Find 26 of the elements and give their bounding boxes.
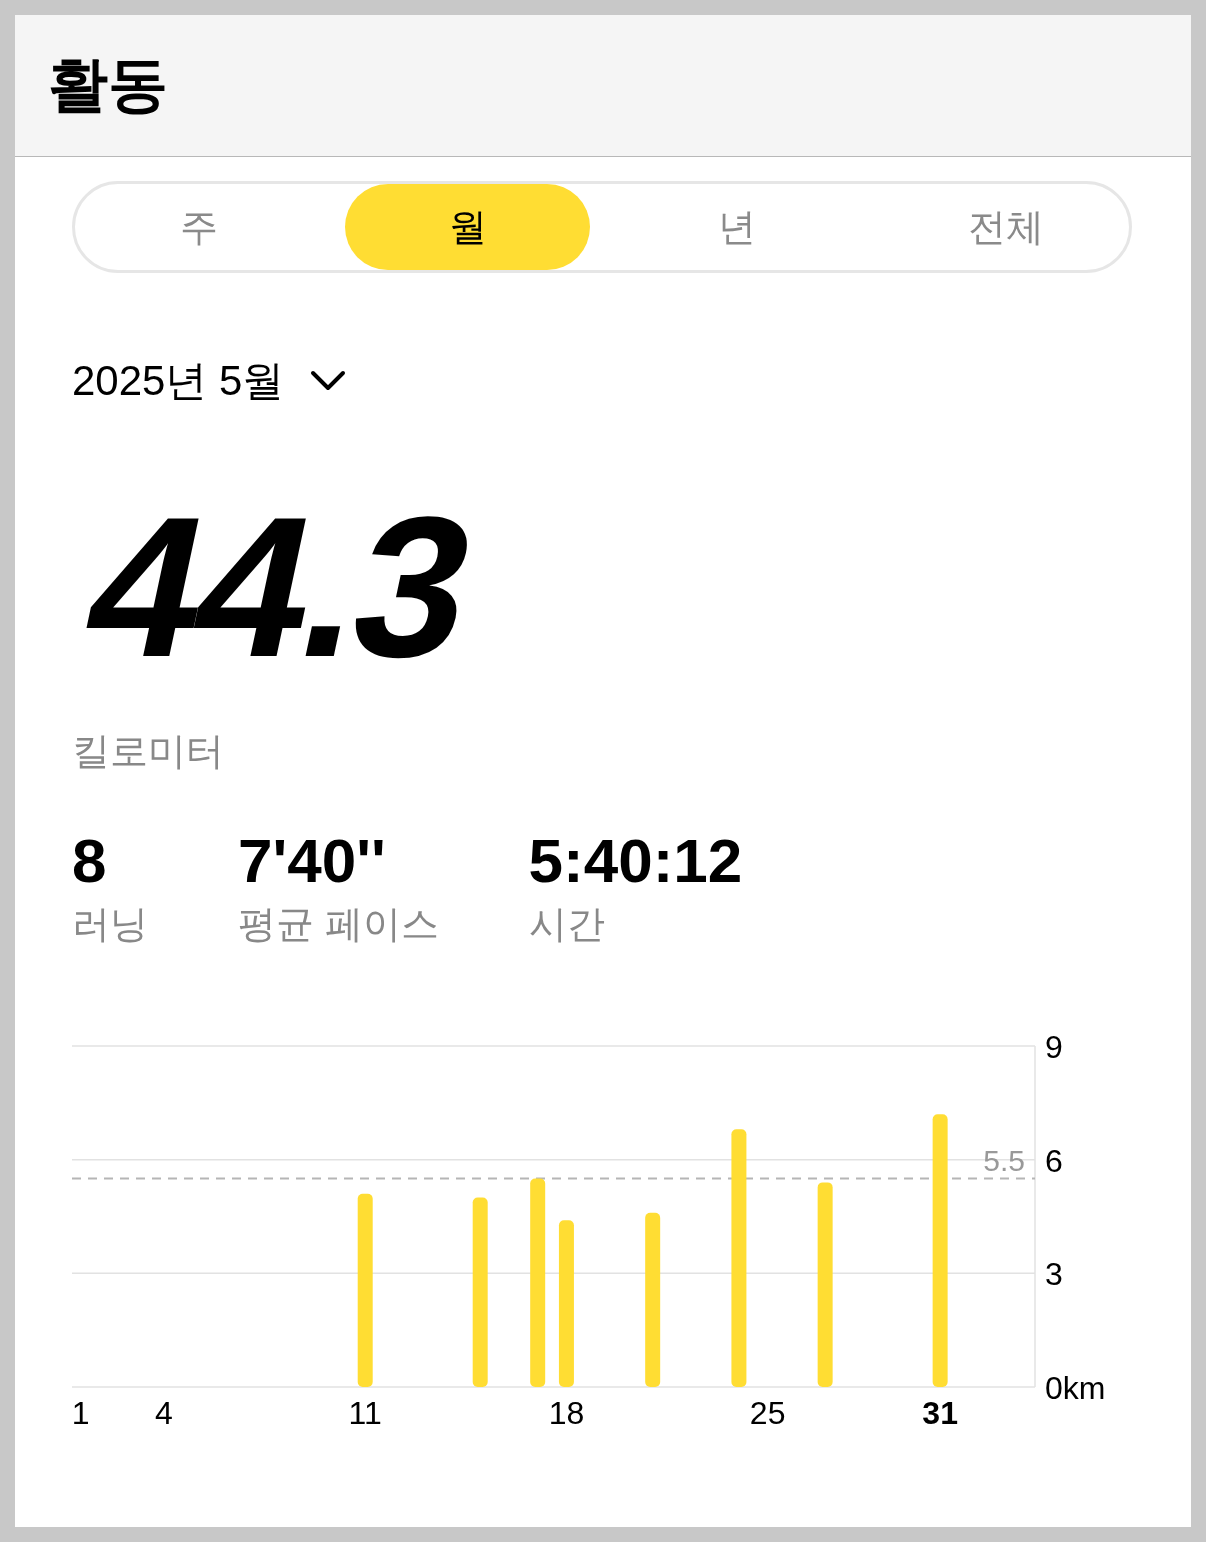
period-tab[interactable]: 년 [614, 184, 859, 270]
x-axis-label: 1 [72, 1395, 90, 1432]
distance-unit: 킬로미터 [72, 729, 225, 774]
x-axis-label: 18 [548, 1395, 585, 1432]
stat-label: 시간 [528, 902, 606, 948]
y-axis-label: 3 [1045, 1256, 1063, 1293]
y-axis-label: 0km [1045, 1370, 1106, 1407]
stat-label: 평균 페이스 [238, 902, 439, 948]
page-title: 활동 [48, 50, 168, 120]
month-dropdown[interactable]: 2025년 5월 [72, 353, 347, 409]
average-label: 5.5 [983, 1143, 1025, 1177]
stat-label: 러닝 [72, 902, 148, 948]
y-axis-label: 9 [1045, 1029, 1063, 1066]
x-axis-label: 31 [922, 1395, 958, 1432]
stat-value: 7'40'' [238, 827, 387, 896]
period-tab[interactable]: 전체 [883, 184, 1128, 270]
period-tab[interactable]: 주 [76, 184, 321, 270]
x-axis-label: 11 [348, 1395, 382, 1432]
x-axis-label: 4 [155, 1395, 173, 1432]
y-axis-label: 6 [1045, 1142, 1063, 1179]
x-axis-label: 25 [749, 1395, 786, 1432]
stat-value: 8 [72, 827, 108, 896]
total-distance: 44.3 [72, 487, 487, 682]
period-tab[interactable]: 월 [345, 184, 590, 270]
stat-value: 5:40:12 [528, 827, 743, 896]
chevron-down-icon [310, 369, 347, 393]
